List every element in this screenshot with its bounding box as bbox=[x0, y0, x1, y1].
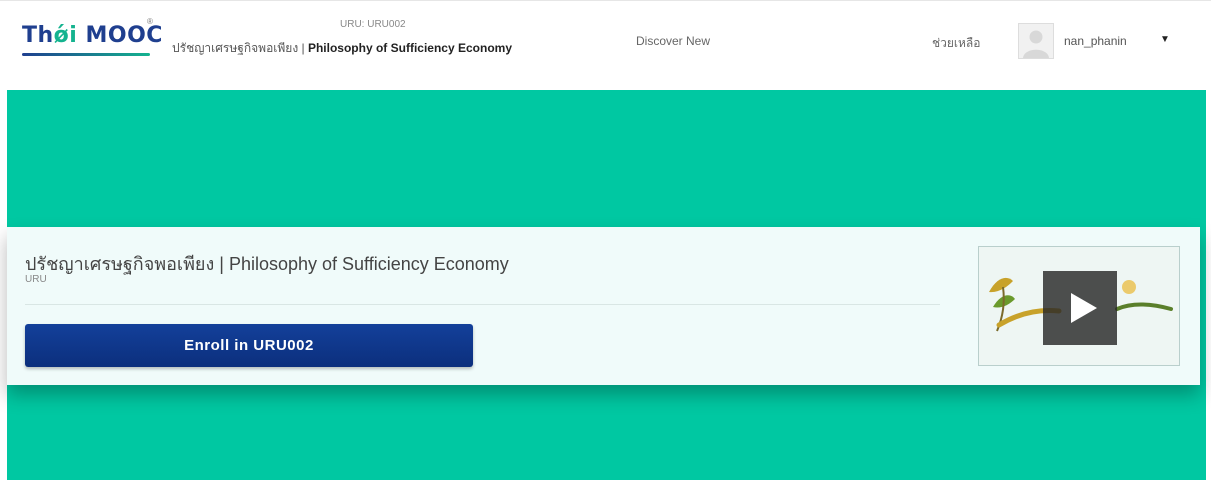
logo-text-accent: ǿi bbox=[53, 23, 78, 48]
header-course-name-thai: ปรัชญาเศรษฐกิจพอเพียง | bbox=[172, 41, 308, 55]
top-navbar: Thǿi MOOC ® URU: URU002 ปรัชญาเศรษฐกิจพอ… bbox=[0, 0, 1211, 80]
chevron-down-icon[interactable]: ▼ bbox=[1160, 34, 1170, 45]
header-course-name-en: Philosophy of Sufficiency Economy bbox=[307, 41, 512, 55]
header-course-code: URU: URU002 bbox=[340, 19, 406, 30]
logo-registered-mark: ® bbox=[147, 17, 153, 26]
logo-text-suffix: MOOC bbox=[77, 23, 163, 48]
enroll-button[interactable]: Enroll in URU002 bbox=[25, 324, 473, 367]
course-title: ปรัชญาเศรษฐกิจพอเพียง | Philosophy of Su… bbox=[25, 254, 509, 274]
course-info-card: ปรัชญาเศรษฐกิจพอเพียง | Philosophy of Su… bbox=[7, 227, 1200, 385]
header-course-info: URU: URU002 ปรัชญาเศรษฐกิจพอเพียง | Phil… bbox=[172, 19, 612, 59]
play-icon[interactable] bbox=[1043, 271, 1117, 345]
card-divider bbox=[25, 304, 940, 305]
course-organization: URU bbox=[25, 274, 47, 285]
username-link[interactable]: nan_phanin bbox=[1064, 34, 1127, 48]
discover-new-link[interactable]: Discover New bbox=[636, 34, 710, 48]
logo-underline bbox=[22, 53, 150, 56]
logo-text-prefix: Th bbox=[22, 23, 54, 48]
course-video-thumbnail[interactable] bbox=[978, 246, 1180, 366]
header-course-name: ปรัชญาเศรษฐกิจพอเพียง | Philosophy of Su… bbox=[172, 39, 512, 58]
user-avatar-icon[interactable] bbox=[1018, 23, 1054, 59]
thaimooc-logo[interactable]: Thǿi MOOC bbox=[22, 23, 163, 48]
help-link[interactable]: ช่วยเหลือ bbox=[932, 34, 981, 53]
